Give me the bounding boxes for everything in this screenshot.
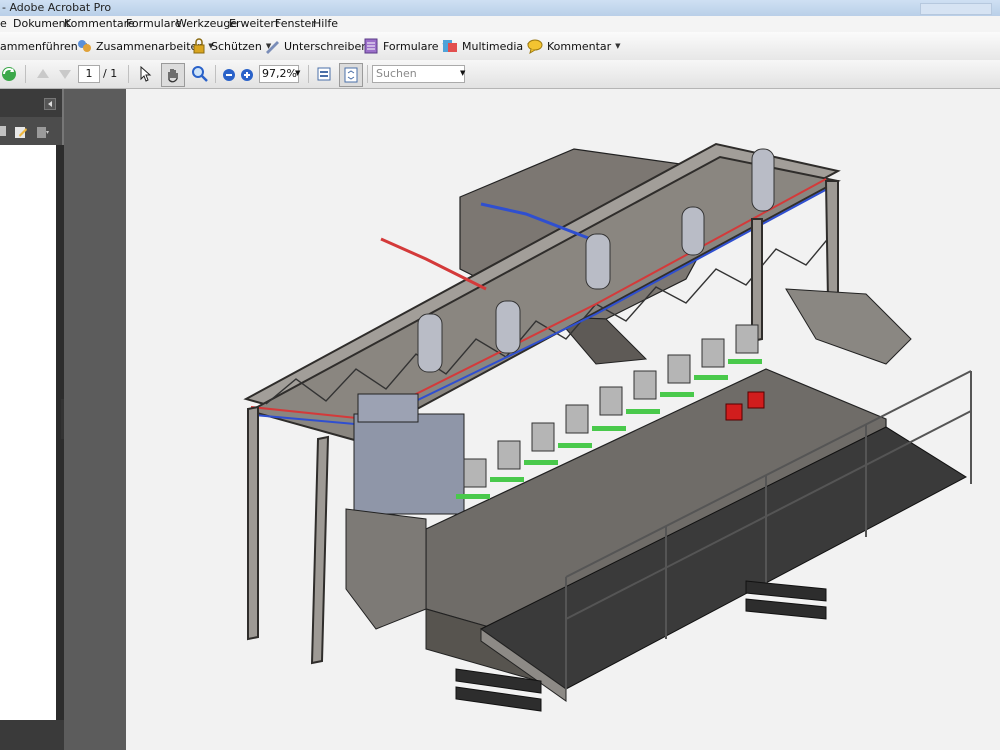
pen-icon: [264, 38, 280, 54]
forms-button[interactable]: Formulare▼: [363, 38, 448, 54]
document-page[interactable]: [126, 89, 1000, 750]
zoom-out-icon[interactable]: [222, 68, 236, 85]
menu-forms[interactable]: Formulare: [126, 17, 182, 30]
comment-icon: [527, 38, 543, 55]
sign-label: Unterschreiben: [284, 39, 369, 53]
comment-label: Kommentar: [547, 39, 612, 53]
search-input[interactable]: Suchen: [372, 65, 465, 83]
forms-label: Formulare: [383, 39, 439, 53]
collapse-panel-icon[interactable]: [44, 98, 56, 110]
secure-label: Schützen: [211, 39, 262, 53]
form-icon: [363, 38, 379, 54]
title-bar: - Adobe Acrobat Pro: [0, 0, 1000, 17]
menu-document[interactable]: Dokument: [13, 17, 70, 30]
menu-window[interactable]: Fenster: [275, 17, 316, 30]
chevron-down-icon: ▼: [615, 42, 621, 50]
page-number-input[interactable]: 1: [78, 65, 100, 83]
zoom-tool-icon[interactable]: [191, 65, 209, 86]
chevron-down-icon[interactable]: ▼: [295, 69, 300, 77]
navigation-panel-content: [0, 145, 56, 720]
merge-label: ammenführen: [0, 39, 78, 53]
panel-splitter[interactable]: [61, 399, 64, 439]
secure-button[interactable]: Schützen ▼: [191, 38, 271, 54]
multimedia-label: Multimedia: [462, 39, 524, 53]
menu-tools[interactable]: Werkzeuge: [176, 17, 237, 30]
options-icon[interactable]: [36, 125, 50, 142]
next-page-icon[interactable]: [58, 68, 72, 83]
menu-bar: e Dokument Kommentare Formulare Werkzeug…: [0, 16, 1000, 32]
task-toolbar: ammenführen▼ Zusammenarbeiten ▼ Schützen▼…: [0, 32, 1000, 61]
navigation-panel-tools: [0, 117, 62, 145]
zoom-level-field[interactable]: 97,2%: [259, 65, 299, 83]
motor: [357, 393, 419, 423]
feed-unit: [345, 508, 427, 630]
red-component: [725, 403, 743, 421]
menu-file[interactable]: e: [0, 17, 7, 30]
edit-icon[interactable]: [14, 125, 28, 142]
comment-button[interactable]: Kommentar ▼: [527, 38, 621, 55]
cad-machine-drawing: [243, 142, 972, 712]
previous-page-icon[interactable]: [36, 68, 50, 83]
window-controls[interactable]: [920, 3, 992, 15]
menu-comments[interactable]: Kommentare: [64, 17, 135, 30]
multimedia-button[interactable]: Multimedia▼: [442, 38, 533, 54]
refresh-icon[interactable]: [0, 66, 18, 85]
lock-icon: [191, 38, 207, 54]
menu-advanced[interactable]: Erweitert: [229, 17, 279, 30]
document-gutter: [61, 89, 126, 750]
collaborate-icon: [76, 38, 92, 54]
select-tool-icon[interactable]: [138, 65, 154, 85]
separator: [367, 65, 368, 83]
zoom-in-icon[interactable]: [240, 68, 254, 85]
fit-width-icon[interactable]: [316, 66, 332, 85]
navigation-toolbar: 1 / 1 97,2% ▼ Suchen ▼: [0, 60, 1000, 89]
drive-unit: [785, 288, 912, 365]
chevron-down-icon[interactable]: ▼: [460, 69, 465, 77]
collaborate-label: Zusammenarbeiten: [96, 39, 205, 53]
separator: [308, 65, 309, 83]
panel-icon[interactable]: [0, 126, 6, 136]
sign-button[interactable]: Unterschreiben▼: [264, 38, 378, 54]
hand-tool-button[interactable]: [161, 63, 185, 87]
navigation-panel-header: [0, 89, 62, 117]
fit-page-button[interactable]: [339, 63, 363, 87]
menu-help[interactable]: Hilfe: [313, 17, 338, 30]
window-title: - Adobe Acrobat Pro: [2, 1, 112, 14]
separator: [128, 65, 129, 83]
merge-button[interactable]: ammenführen▼: [0, 38, 87, 54]
navigation-panel-footer: [0, 720, 64, 750]
gearbox: [353, 413, 465, 515]
red-component: [747, 391, 765, 409]
separator: [215, 65, 216, 83]
multimedia-icon: [442, 38, 458, 54]
page-total: / 1: [103, 67, 118, 80]
separator: [25, 65, 26, 83]
